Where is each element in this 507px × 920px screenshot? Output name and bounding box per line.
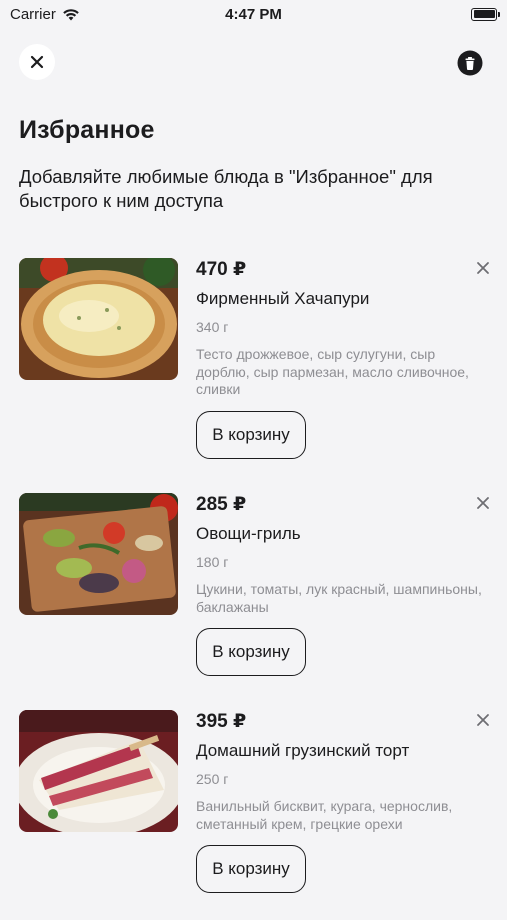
add-to-cart-button[interactable]: В корзину (196, 628, 306, 676)
item-weight: 250 г (196, 771, 229, 787)
carrier-label: Carrier (10, 5, 56, 23)
add-to-cart-button[interactable]: В корзину (196, 410, 306, 459)
close-icon (477, 714, 489, 726)
item-price: 285 ₽ (196, 494, 247, 515)
item-info: 285 ₽ Овощи-гриль 180 г Цукини, томаты, … (196, 493, 491, 676)
item-photo-khachapuri[interactable] (19, 258, 178, 380)
item-price: 470 ₽ (196, 259, 247, 280)
favorite-item: 395 ₽ Домашний грузинский торт 250 г Ван… (19, 710, 489, 920)
item-description: Цукини, томаты, лук красный, шампиньоны,… (196, 581, 482, 615)
battery-icon (471, 7, 500, 21)
item-photo-grilled-vegetables[interactable] (19, 493, 178, 615)
item-weight: 340 г (196, 319, 229, 335)
wifi-icon (63, 8, 79, 20)
item-name: Домашний грузинский торт (196, 741, 410, 760)
status-bar: Carrier 4:47 PM (0, 0, 507, 28)
remove-favorite-button[interactable] (471, 491, 495, 515)
clock: 4:47 PM (225, 5, 282, 23)
item-name: Овощи-гриль (196, 524, 301, 543)
add-to-cart-button[interactable]: В корзину (196, 845, 306, 893)
trash-icon (457, 50, 483, 76)
close-icon (477, 497, 489, 509)
close-icon (30, 55, 44, 69)
item-weight: 180 г (196, 554, 229, 570)
item-description: Тесто дрожжевое, сыр сулугуни, сыр дорбл… (196, 346, 469, 397)
item-info: 395 ₽ Домашний грузинский торт 250 г Ван… (196, 710, 491, 893)
clear-favorites-button[interactable] (456, 49, 484, 77)
page-subtitle: Добавляйте любимые блюда в "Избранное" д… (19, 166, 433, 211)
item-description: Ванильный бисквит, курага, чернослив, см… (196, 798, 453, 832)
favorite-item: 285 ₽ Овощи-гриль 180 г Цукини, томаты, … (19, 493, 489, 703)
favorite-item: 470 ₽ Фирменный Хачапури 340 г Тесто дро… (19, 258, 489, 468)
item-price: 395 ₽ (196, 711, 247, 732)
item-info: 470 ₽ Фирменный Хачапури 340 г Тесто дро… (196, 258, 491, 459)
status-left: Carrier (10, 6, 80, 23)
page-title: Избранное (19, 116, 155, 144)
close-icon (477, 262, 489, 274)
item-photo-georgian-cake[interactable] (19, 710, 178, 832)
remove-favorite-button[interactable] (471, 256, 495, 280)
close-button[interactable] (19, 44, 55, 80)
remove-favorite-button[interactable] (471, 708, 495, 732)
item-name: Фирменный Хачапури (196, 289, 370, 308)
